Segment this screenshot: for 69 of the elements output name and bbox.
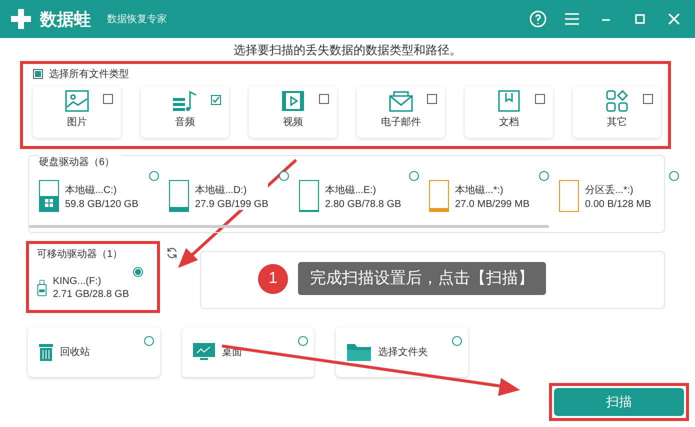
location-card[interactable]: 回收站 bbox=[28, 327, 160, 377]
drive-size: 0.00 B/128 MB bbox=[585, 198, 652, 210]
help-button[interactable] bbox=[527, 8, 549, 30]
menu-icon bbox=[564, 12, 580, 26]
refresh-icon[interactable] bbox=[166, 247, 178, 259]
checkbox[interactable] bbox=[211, 95, 221, 105]
folder-icon bbox=[346, 342, 372, 362]
radio-button[interactable] bbox=[144, 336, 154, 346]
file-type-card[interactable]: 其它 bbox=[573, 86, 661, 138]
radio-button[interactable] bbox=[298, 336, 308, 346]
help-icon bbox=[529, 10, 547, 28]
location-label: 回收站 bbox=[60, 346, 90, 359]
file-type-label: 电子邮件 bbox=[381, 116, 421, 129]
checkbox[interactable] bbox=[535, 94, 545, 104]
radio-button[interactable] bbox=[669, 171, 679, 181]
section-title: 硬盘驱动器（6） bbox=[39, 155, 121, 169]
checkbox[interactable] bbox=[103, 94, 113, 104]
location-card[interactable]: 选择文件夹 bbox=[336, 327, 468, 377]
location-label: 选择文件夹 bbox=[378, 346, 428, 359]
envelope-icon bbox=[389, 90, 413, 112]
drive-size: 2.71 GB/28.8 GB bbox=[52, 289, 129, 300]
drive-name: KING...(F:) bbox=[52, 276, 102, 287]
monitor-icon bbox=[192, 342, 216, 362]
select-all-label: 选择所有文件类型 bbox=[49, 68, 129, 81]
file-type-label: 文档 bbox=[499, 116, 519, 129]
drive-name: 本地磁...*:) bbox=[455, 184, 504, 196]
radio-button[interactable] bbox=[133, 267, 143, 277]
drive-name: 分区丢...*:) bbox=[585, 184, 634, 196]
close-icon bbox=[667, 12, 681, 26]
app-name: 数据蛙 bbox=[40, 8, 91, 30]
checkbox[interactable] bbox=[427, 94, 437, 104]
drive-name: 本地磁...D:) bbox=[195, 184, 248, 196]
checkbox[interactable] bbox=[643, 94, 653, 104]
file-type-card[interactable]: 图片 bbox=[33, 86, 121, 138]
maximize-icon bbox=[634, 13, 646, 25]
select-all-checkbox[interactable] bbox=[33, 69, 43, 79]
drive-size: 59.8 GB/120 GB bbox=[65, 198, 138, 210]
drive-name: 本地磁...E:) bbox=[325, 184, 378, 196]
file-type-card[interactable]: 音频 bbox=[141, 86, 229, 138]
trash-icon bbox=[38, 342, 54, 362]
app-subtitle: 数据恢复专家 bbox=[107, 12, 167, 26]
checkbox[interactable] bbox=[319, 94, 329, 104]
radio-button[interactable] bbox=[409, 171, 419, 181]
drive-size: 27.0 MB/299 MB bbox=[455, 198, 530, 210]
radio-button[interactable] bbox=[539, 171, 549, 181]
film-icon bbox=[281, 90, 305, 112]
step-number: 1 bbox=[258, 264, 288, 294]
file-type-label: 音频 bbox=[175, 116, 195, 129]
file-type-card[interactable]: 视频 bbox=[249, 86, 337, 138]
windows-icon bbox=[45, 199, 53, 207]
scrollbar[interactable] bbox=[29, 225, 549, 228]
instruction-heading: 选择要扫描的丢失数据的数据类型和路径。 bbox=[232, 42, 462, 59]
drive-name: 本地磁...C:) bbox=[65, 184, 118, 196]
radio-button[interactable] bbox=[279, 171, 289, 181]
music-icon bbox=[172, 90, 198, 112]
document-icon bbox=[498, 90, 520, 112]
callout-tooltip: 完成扫描设置后，点击【扫描】 bbox=[298, 262, 546, 295]
logo-icon bbox=[10, 8, 32, 30]
file-type-label: 图片 bbox=[67, 116, 87, 129]
file-type-card[interactable]: 文档 bbox=[465, 86, 553, 138]
drive-size: 27.9 GB/199 GB bbox=[195, 198, 268, 210]
image-icon bbox=[65, 90, 89, 112]
file-type-label: 其它 bbox=[607, 116, 627, 129]
radio-button[interactable] bbox=[452, 336, 462, 346]
file-type-label: 视频 bbox=[283, 116, 303, 129]
grid-icon bbox=[606, 90, 628, 112]
file-type-card[interactable]: 电子邮件 bbox=[357, 86, 445, 138]
radio-button[interactable] bbox=[149, 171, 159, 181]
drive-size: 2.80 GB/78.8 GB bbox=[325, 198, 402, 210]
